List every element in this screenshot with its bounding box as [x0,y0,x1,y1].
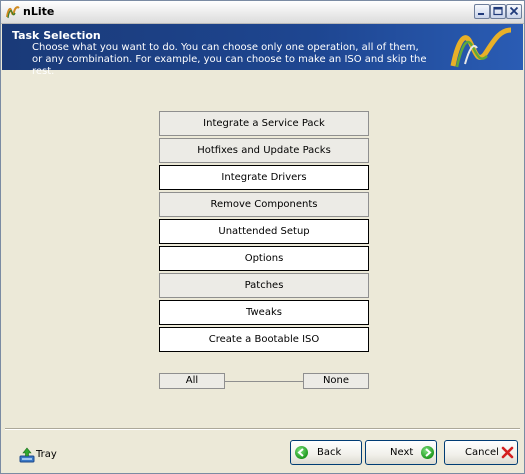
select-all-button[interactable]: All [159,373,225,389]
back-label: Back [317,447,342,458]
tray-icon [19,447,35,463]
task-tweaks[interactable]: Tweaks [159,300,369,325]
next-button[interactable]: Next [365,440,437,465]
footer-divider [5,428,520,430]
next-label: Next [390,447,414,458]
green-right-arrow-icon [421,446,434,459]
header-banner: Task Selection Choose what you want to d… [2,24,523,77]
task-patches[interactable]: Patches [159,273,369,298]
select-none-button[interactable]: None [303,373,369,389]
task-hotfixes-update-packs[interactable]: Hotfixes and Update Packs [159,138,369,163]
title-bar[interactable]: nLite [1,1,524,24]
task-integrate-service-pack[interactable]: Integrate a Service Pack [159,111,369,136]
page-title: Task Selection [12,29,101,42]
green-left-arrow-icon [295,446,308,459]
task-integrate-drivers[interactable]: Integrate Drivers [159,165,369,190]
nlite-logo-icon [445,24,517,73]
window-title: nLite [23,5,55,18]
nlite-window: nLite Task Selection Choose what you wan… [0,0,525,474]
page-description: Choose what you want to do. You can choo… [32,42,427,77]
red-x-icon [501,446,514,462]
maximize-button[interactable] [490,4,506,19]
select-all-none: All None [159,373,369,389]
task-remove-components[interactable]: Remove Components [159,192,369,217]
task-create-bootable-iso[interactable]: Create a Bootable ISO [159,327,369,352]
divider-line [225,381,303,382]
cancel-button[interactable]: Cancel [444,440,518,465]
minimize-button[interactable] [474,4,490,19]
tray-label: Tray [36,449,57,460]
close-button[interactable] [506,4,522,19]
cancel-label: Cancel [465,447,499,458]
nlite-logo-icon [5,4,21,20]
task-options[interactable]: Options [159,246,369,271]
task-unattended-setup[interactable]: Unattended Setup [159,219,369,244]
back-button[interactable]: Back [290,440,362,465]
